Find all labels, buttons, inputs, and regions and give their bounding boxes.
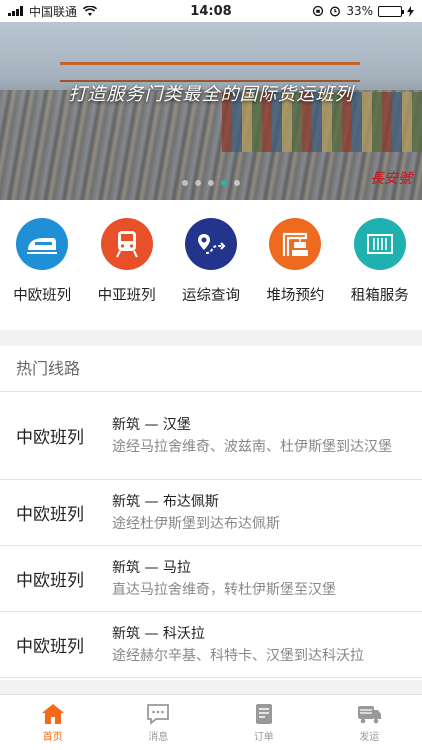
service-grid: 中欧班列 中亚班列 运综查询 堆场预约 租箱服务 [0, 200, 422, 330]
carousel-dot[interactable] [182, 180, 188, 186]
service-label: 堆场预约 [266, 288, 325, 304]
order-icon [255, 704, 272, 724]
route-type: 中欧班列 [16, 571, 84, 591]
hot-routes-section: 热门线路 中欧班列 新筑 — 汉堡 途经马拉舍维奇、波兹南、杜伊斯堡到达汉堡 中… [0, 346, 422, 680]
banner-cranes [60, 62, 360, 82]
route-type: 中欧班列 [16, 428, 84, 448]
carousel-dot[interactable] [208, 180, 214, 186]
service-label: 中亚班列 [97, 288, 156, 304]
train-icon [16, 218, 69, 270]
carousel-dot[interactable] [195, 180, 201, 186]
route-name: 新筑 — 科沃拉 [112, 625, 205, 642]
orientation-lock-icon [313, 5, 324, 17]
signal-icon [8, 6, 23, 16]
tab-orders[interactable]: 订单 [211, 695, 317, 750]
service-label: 中欧班列 [13, 288, 72, 304]
route-item[interactable]: 中欧班列 新筑 — 汉堡 途经马拉舍维奇、波兹南、杜伊斯堡到达汉堡 [0, 392, 422, 480]
banner-title: 打造服务门类最全的国际货运班列 [68, 84, 354, 105]
route-via: 途经赫尔辛基、科特卡、汉堡到达科沃拉 [112, 647, 364, 664]
route-via: 直达马拉舍维奇，转杜伊斯堡至汉堡 [112, 581, 336, 598]
service-query[interactable]: 运综查询 [169, 218, 253, 330]
tab-bar: 首页 消息 订单 发运 [0, 694, 422, 750]
service-zhongya[interactable]: 中亚班列 [84, 218, 168, 330]
carousel-dot[interactable] [234, 180, 240, 186]
carrier-label: 中国联通 [29, 4, 78, 19]
carousel-indicator [0, 180, 422, 186]
locomotive-icon [100, 218, 153, 270]
service-zhongou[interactable]: 中欧班列 [0, 218, 84, 330]
home-icon [41, 704, 64, 724]
tab-home[interactable]: 首页 [0, 695, 106, 750]
status-bar: 中国联通 14:08 33% [0, 0, 422, 22]
message-icon [147, 704, 170, 725]
tab-messages[interactable]: 消息 [106, 695, 212, 750]
route-item[interactable]: 中欧班列 新筑 — 布达佩斯 途经杜伊斯堡到达布达佩斯 [0, 480, 422, 546]
wifi-icon [83, 5, 98, 16]
service-yard[interactable]: 堆场预约 [253, 218, 337, 330]
shipping-icon [358, 706, 382, 724]
service-label: 租箱服务 [350, 288, 409, 304]
route-via: 途经马拉舍维奇、波兹南、杜伊斯堡到达汉堡 [112, 438, 392, 455]
route-type: 中欧班列 [16, 505, 84, 525]
tab-label: 消息 [148, 732, 169, 743]
route-via: 途经杜伊斯堡到达布达佩斯 [112, 515, 280, 532]
service-label: 运综查询 [181, 288, 240, 304]
tab-label: 发运 [359, 732, 380, 743]
battery-percent: 33% [346, 4, 373, 18]
banner-carousel[interactable]: 打造服务门类最全的国际货运班列 長安號 [0, 22, 422, 200]
service-container-rent[interactable]: 租箱服务 [338, 218, 422, 330]
route-type: 中欧班列 [16, 637, 84, 657]
tab-shipping[interactable]: 发运 [317, 695, 422, 750]
route-name: 新筑 — 汉堡 [112, 416, 191, 433]
battery-icon [378, 5, 404, 17]
charging-icon [407, 5, 414, 17]
carousel-dot[interactable] [221, 180, 227, 186]
route-item[interactable]: 中欧班列 新筑 — 马拉 直达马拉舍维奇，转杜伊斯堡至汉堡 [0, 546, 422, 612]
route-pin-icon [184, 218, 237, 270]
tab-label: 首页 [42, 732, 63, 743]
crane-icon [269, 218, 322, 270]
section-title: 热门线路 [0, 346, 422, 392]
tab-label: 订单 [253, 732, 274, 743]
route-name: 新筑 — 马拉 [112, 559, 191, 576]
alarm-icon [330, 6, 341, 17]
route-name: 新筑 — 布达佩斯 [112, 493, 219, 510]
container-icon [353, 218, 406, 270]
route-item[interactable]: 中欧班列 新筑 — 科沃拉 途经赫尔辛基、科特卡、汉堡到达科沃拉 [0, 612, 422, 678]
